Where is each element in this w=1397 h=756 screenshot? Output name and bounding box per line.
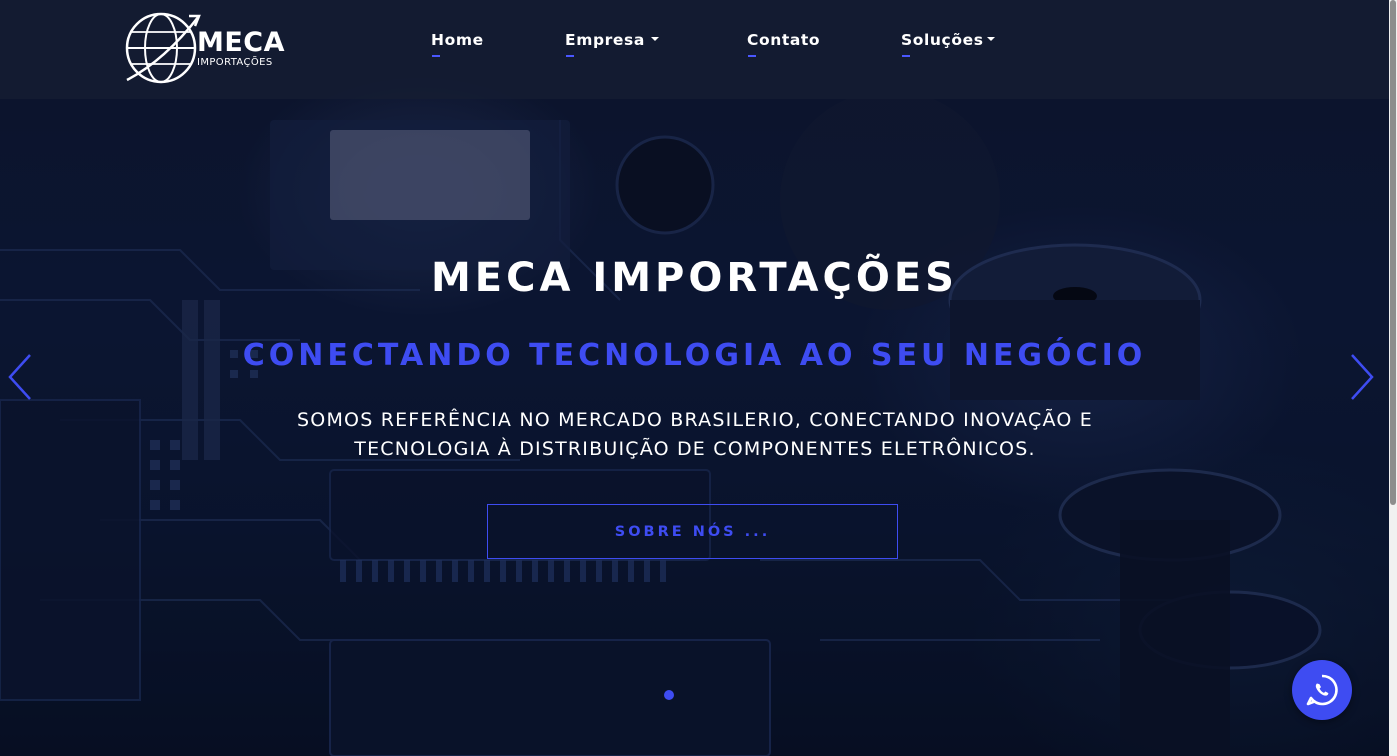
nav-item-label: Soluções bbox=[901, 31, 984, 49]
carousel-indicator-1[interactable] bbox=[664, 690, 674, 700]
hero-overlay bbox=[0, 0, 1389, 756]
brand-tagline: IMPORTAÇÕES bbox=[197, 56, 273, 68]
whatsapp-button[interactable] bbox=[1292, 660, 1352, 720]
nav-underline bbox=[566, 55, 574, 57]
nav-item-label: Contato bbox=[747, 31, 821, 49]
carousel-prev-button[interactable] bbox=[4, 352, 34, 402]
about-us-button[interactable]: SOBRE NÓS ... bbox=[487, 504, 898, 559]
whatsapp-icon bbox=[1306, 674, 1338, 706]
caret-down-icon bbox=[986, 36, 995, 41]
brand-logo[interactable]: MECA IMPORTAÇÕES bbox=[125, 9, 295, 87]
page-scrollbar[interactable] bbox=[1389, 0, 1397, 756]
chevron-right-icon bbox=[1351, 354, 1374, 400]
carousel-next-button[interactable] bbox=[1348, 352, 1378, 402]
hero-title: MECA IMPORTAÇÕES bbox=[430, 255, 958, 301]
navbar: MECA IMPORTAÇÕES Home Empresa Contato So… bbox=[0, 0, 1389, 99]
nav-item-home[interactable]: Home bbox=[431, 31, 484, 57]
hero-description: SOMOS REFERÊNCIA NO MERCADO BRASILERIO, … bbox=[230, 406, 1160, 464]
nav-underline bbox=[432, 55, 440, 57]
globe-logo-icon bbox=[125, 12, 201, 84]
hero-background bbox=[0, 0, 1389, 756]
caret-down-icon bbox=[650, 36, 659, 41]
brand-name: MECA bbox=[197, 26, 286, 58]
nav-item-label: Home bbox=[431, 31, 484, 49]
nav-underline bbox=[748, 55, 756, 57]
nav-item-solucoes[interactable]: Soluções bbox=[901, 31, 995, 57]
hero-description-line-2: TECNOLOGIA À DISTRIBUIÇÃO DE COMPONENTES… bbox=[354, 438, 1036, 460]
nav-underline bbox=[902, 55, 910, 57]
nav-item-empresa[interactable]: Empresa bbox=[565, 31, 659, 57]
scrollbar-thumb[interactable] bbox=[1390, 0, 1396, 505]
brand-wordmark: MECA IMPORTAÇÕES bbox=[197, 29, 285, 68]
chevron-left-icon bbox=[8, 354, 31, 400]
hero-subtitle: CONECTANDO TECNOLOGIA AO SEU NEGÓCIO bbox=[242, 338, 1147, 373]
nav-item-label: Empresa bbox=[565, 31, 645, 49]
hero-description-line-1: SOMOS REFERÊNCIA NO MERCADO BRASILERIO, … bbox=[297, 409, 1093, 431]
nav-item-contato[interactable]: Contato bbox=[747, 31, 821, 57]
